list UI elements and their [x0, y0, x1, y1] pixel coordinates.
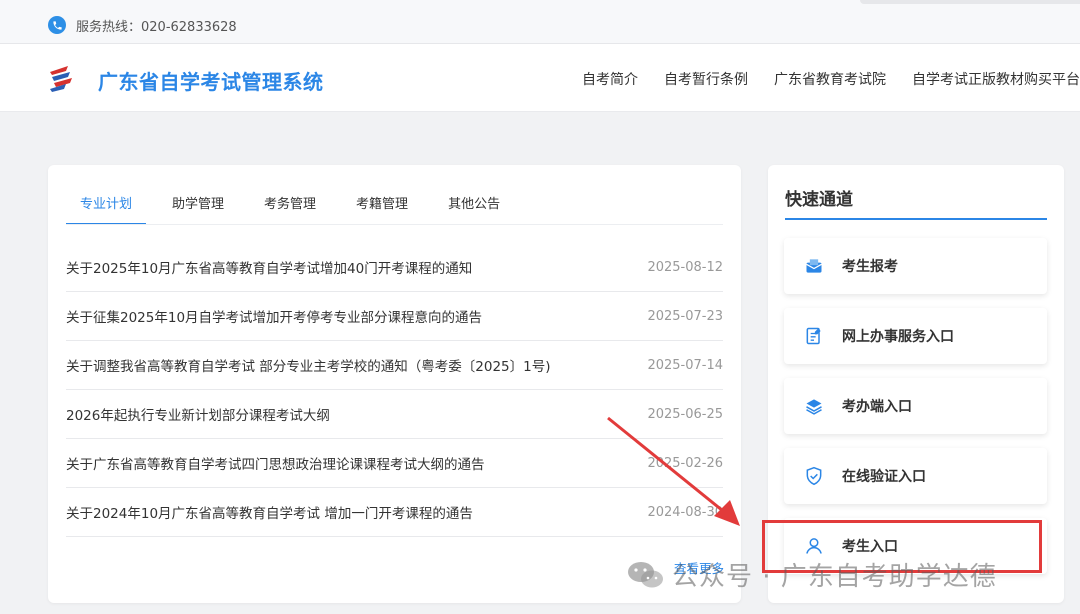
news-title[interactable]: 关于调整我省高等教育自学考试 部分专业主考学校的通知（粤考委〔2025〕1号)	[66, 355, 551, 375]
news-item[interactable]: 关于调整我省高等教育自学考试 部分专业主考学校的通知（粤考委〔2025〕1号) …	[66, 341, 723, 390]
news-date: 2025-06-25	[647, 406, 723, 422]
quick-item-label: 考生报考	[842, 259, 898, 275]
news-date: 2025-07-14	[647, 357, 723, 373]
quick-exam-registration[interactable]: 考生报考	[784, 238, 1047, 294]
tab-assistance[interactable]: 助学管理	[158, 181, 238, 225]
quick-item-label: 在线验证入口	[842, 469, 926, 485]
news-panel: 专业计划 助学管理 考务管理 考籍管理 其他公告 关于2025年10月广东省高等…	[48, 165, 741, 603]
news-date: 2025-02-26	[647, 455, 723, 471]
quick-item-label: 考办端入口	[842, 399, 912, 415]
wechat-icon	[628, 561, 663, 587]
tabs-divider	[66, 224, 723, 225]
phone-icon	[48, 16, 66, 34]
news-date: 2024-08-30	[647, 504, 723, 520]
top-bar: 服务热线：020-62833628	[0, 0, 1080, 44]
quick-item-label: 网上办事服务入口	[842, 329, 954, 345]
watermark-text: 公众号 · 广东自考助学达德	[672, 562, 997, 592]
tab-exam-affairs[interactable]: 考务管理	[250, 181, 330, 225]
news-date: 2025-08-12	[647, 259, 723, 275]
browser-tab-edge	[860, 0, 1080, 4]
nav-regulations[interactable]: 自考暂行条例	[664, 69, 748, 89]
exam-registration-icon	[802, 254, 826, 278]
tab-records[interactable]: 考籍管理	[342, 181, 422, 225]
news-item[interactable]: 关于广东省高等教育自学考试四门思想政治理论课课程考试大纲的通告 2025-02-…	[66, 439, 723, 488]
main-nav: 自考简介 自考暂行条例 广东省教育考试院 自学考试正版教材购买平台	[556, 69, 1080, 89]
news-item[interactable]: 关于2025年10月广东省高等教育自学考试增加40门开考课程的通知 2025-0…	[66, 243, 723, 292]
shield-check-icon	[802, 464, 826, 488]
quick-office-portal[interactable]: 考办端入口	[784, 378, 1047, 434]
site-header: 广东省自学考试管理系统 自考简介 自考暂行条例 广东省教育考试院 自学考试正版教…	[0, 44, 1080, 112]
site-logo[interactable]	[46, 62, 76, 94]
watermark: 公众号 · 广东自考助学达德	[626, 556, 997, 593]
news-title[interactable]: 2026年起执行专业新计划部分课程考试大纲	[66, 404, 330, 424]
nav-exam-authority[interactable]: 广东省教育考试院	[774, 69, 886, 89]
nav-textbook-store[interactable]: 自学考试正版教材购买平台	[912, 69, 1080, 89]
news-item[interactable]: 关于2024年10月广东省高等教育自学考试 增加一门开考课程的通告 2024-0…	[66, 488, 723, 537]
quick-access-underline	[785, 218, 1047, 220]
news-list: 关于2025年10月广东省高等教育自学考试增加40门开考课程的通知 2025-0…	[66, 243, 723, 537]
tab-major-plan[interactable]: 专业计划	[66, 181, 147, 225]
hotline-text: 服务热线：020-62833628	[76, 20, 237, 35]
quick-online-verify[interactable]: 在线验证入口	[784, 448, 1047, 504]
news-title[interactable]: 关于2024年10月广东省高等教育自学考试 增加一门开考课程的通告	[66, 502, 473, 522]
site-title[interactable]: 广东省自学考试管理系统	[98, 66, 324, 95]
quick-access-title: 快速通道	[785, 190, 853, 210]
news-title[interactable]: 关于征集2025年10月自学考试增加开考停考专业部分课程意向的通告	[66, 306, 482, 326]
news-date: 2025-07-23	[647, 308, 723, 324]
tab-other-notices[interactable]: 其他公告	[434, 181, 514, 225]
news-item[interactable]: 2026年起执行专业新计划部分课程考试大纲 2025-06-25	[66, 390, 723, 439]
news-title[interactable]: 关于广东省高等教育自学考试四门思想政治理论课课程考试大纲的通告	[66, 453, 485, 473]
quick-online-service[interactable]: 网上办事服务入口	[784, 308, 1047, 364]
news-tabs: 专业计划 助学管理 考务管理 考籍管理 其他公告	[66, 181, 526, 225]
online-service-icon	[802, 324, 826, 348]
news-item[interactable]: 关于征集2025年10月自学考试增加开考停考专业部分课程意向的通告 2025-0…	[66, 292, 723, 341]
nav-intro[interactable]: 自考简介	[582, 69, 638, 89]
news-title[interactable]: 关于2025年10月广东省高等教育自学考试增加40门开考课程的通知	[66, 257, 472, 277]
layers-icon	[802, 394, 826, 418]
